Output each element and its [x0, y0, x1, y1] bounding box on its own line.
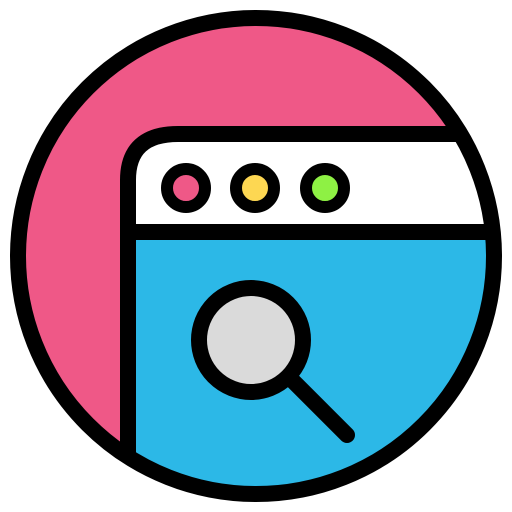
magnifier-lens-icon: [191, 280, 311, 400]
window-dot-green-icon: [300, 163, 350, 213]
browser-search-icon: [0, 0, 512, 512]
window-content-area: [128, 232, 494, 494]
window-dot-yellow-icon: [230, 163, 280, 213]
window-dot-red-icon: [161, 163, 211, 213]
